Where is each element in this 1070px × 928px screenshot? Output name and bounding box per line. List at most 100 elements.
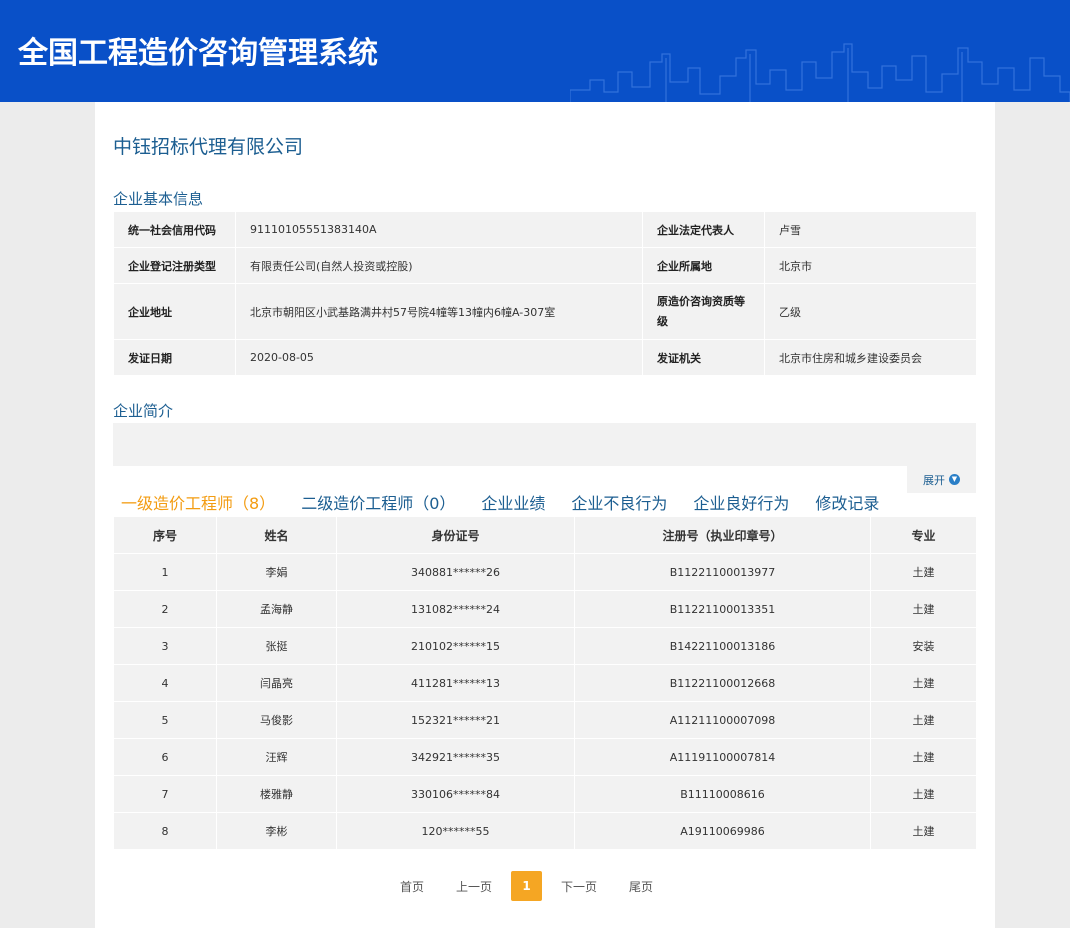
cell-id-number: 131082******24 — [336, 590, 575, 628]
tab-bar: 一级造价工程师（8） 二级造价工程师（0） 企业业绩 企业不良行为 企业良好行为… — [121, 490, 905, 514]
tab-level1-engineers[interactable]: 一级造价工程师（8） — [121, 490, 275, 514]
cell-reg-number: B11110008616 — [574, 775, 871, 813]
cell-name: 张挺 — [216, 627, 337, 665]
intro-title: 企业简介 — [113, 402, 174, 420]
cell-id-number: 120******55 — [336, 812, 575, 850]
cell-name: 孟海静 — [216, 590, 337, 628]
cell-reg-number: B11221100012668 — [574, 664, 871, 702]
info-value: 有限责任公司(自然人投资或控股) — [235, 247, 643, 284]
table-row: 6 汪辉 342921******35 A11191100007814 土建 — [113, 738, 977, 776]
chevron-down-icon: ▼ — [949, 474, 960, 485]
company-name: 中钰招标代理有限公司 — [113, 136, 304, 158]
cell-index: 1 — [113, 553, 217, 591]
info-label: 企业所属地 — [642, 247, 765, 284]
expand-button[interactable]: 展开 ▼ — [907, 466, 976, 493]
info-value: 北京市住房和城乡建设委员会 — [764, 339, 977, 376]
cell-specialty: 安装 — [870, 627, 977, 665]
cell-specialty: 土建 — [870, 701, 977, 739]
cell-reg-number: A11191100007814 — [574, 738, 871, 776]
intro-box — [113, 423, 976, 466]
cell-id-number: 210102******15 — [336, 627, 575, 665]
cell-name: 李娟 — [216, 553, 337, 591]
cell-reg-number: A11211100007098 — [574, 701, 871, 739]
column-header: 序号 — [113, 516, 217, 554]
info-label: 发证日期 — [113, 339, 236, 376]
table-row: 7 楼雅静 330106******84 B11110008616 土建 — [113, 775, 977, 813]
pager-prev[interactable]: 上一页 — [456, 878, 492, 895]
cell-specialty: 土建 — [870, 775, 977, 813]
cell-reg-number: A19110069986 — [574, 812, 871, 850]
table-row: 2 孟海静 131082******24 B11221100013351 土建 — [113, 590, 977, 628]
skyline-decoration — [570, 43, 1070, 102]
column-header: 姓名 — [216, 516, 337, 554]
table-row: 1 李娟 340881******26 B11221100013977 土建 — [113, 553, 977, 591]
cell-id-number: 330106******84 — [336, 775, 575, 813]
cell-id-number: 152321******21 — [336, 701, 575, 739]
info-label: 原造价咨询资质等级 — [642, 283, 765, 340]
basic-info-title: 企业基本信息 — [113, 190, 204, 208]
cell-name: 楼雅静 — [216, 775, 337, 813]
engineer-table: 序号 姓名 身份证号 注册号（执业印章号） 专业 1 李娟 340881****… — [113, 516, 977, 850]
system-title: 全国工程造价咨询管理系统 — [18, 36, 378, 71]
cell-id-number: 340881******26 — [336, 553, 575, 591]
column-header: 身份证号 — [336, 516, 575, 554]
info-value: 91110105551383140A — [235, 211, 643, 248]
cell-specialty: 土建 — [870, 553, 977, 591]
info-label: 统一社会信用代码 — [113, 211, 236, 248]
table-row: 8 李彬 120******55 A19110069986 土建 — [113, 812, 977, 850]
cell-index: 8 — [113, 812, 217, 850]
info-value: 北京市 — [764, 247, 977, 284]
cell-specialty: 土建 — [870, 590, 977, 628]
cell-id-number: 342921******35 — [336, 738, 575, 776]
info-label: 发证机关 — [642, 339, 765, 376]
table-row: 3 张挺 210102******15 B14221100013186 安装 — [113, 627, 977, 665]
info-value: 乙级 — [764, 283, 977, 340]
cell-name: 闫晶亮 — [216, 664, 337, 702]
pager-last[interactable]: 尾页 — [629, 878, 653, 895]
info-row: 发证日期 2020-08-05 发证机关 北京市住房和城乡建设委员会 — [113, 339, 977, 376]
tab-change-log[interactable]: 修改记录 — [815, 490, 879, 514]
cell-name: 李彬 — [216, 812, 337, 850]
cell-index: 5 — [113, 701, 217, 739]
info-label: 企业登记注册类型 — [113, 247, 236, 284]
column-header: 注册号（执业印章号） — [574, 516, 871, 554]
pager-current-page[interactable]: 1 — [511, 871, 543, 901]
info-row: 企业地址 北京市朝阳区小武基路满井村57号院4幢等13幢内6幢A-307室 原造… — [113, 283, 977, 340]
cell-name: 马俊影 — [216, 701, 337, 739]
tab-level2-engineers[interactable]: 二级造价工程师（0） — [301, 490, 455, 514]
expand-label: 展开 — [923, 473, 945, 487]
tab-performance[interactable]: 企业业绩 — [481, 490, 545, 514]
basic-info-table: 统一社会信用代码 91110105551383140A 企业法定代表人 卢雪 企… — [113, 211, 977, 376]
cell-specialty: 土建 — [870, 664, 977, 702]
cell-reg-number: B11221100013351 — [574, 590, 871, 628]
info-label: 企业地址 — [113, 283, 236, 340]
cell-name: 汪辉 — [216, 738, 337, 776]
table-row: 5 马俊影 152321******21 A11211100007098 土建 — [113, 701, 977, 739]
header-banner: 全国工程造价咨询管理系统 — [0, 0, 1070, 102]
column-header: 专业 — [870, 516, 977, 554]
cell-index: 4 — [113, 664, 217, 702]
tab-good-conduct[interactable]: 企业良好行为 — [693, 490, 789, 514]
tab-bad-conduct[interactable]: 企业不良行为 — [571, 490, 667, 514]
cell-index: 2 — [113, 590, 217, 628]
info-value: 北京市朝阳区小武基路满井村57号院4幢等13幢内6幢A-307室 — [235, 283, 643, 340]
cell-index: 6 — [113, 738, 217, 776]
table-row: 4 闫晶亮 411281******13 B11221100012668 土建 — [113, 664, 977, 702]
info-value: 卢雪 — [764, 211, 977, 248]
cell-id-number: 411281******13 — [336, 664, 575, 702]
main-content: 中钰招标代理有限公司 企业基本信息 统一社会信用代码 9111010555138… — [95, 102, 995, 928]
cell-index: 7 — [113, 775, 217, 813]
cell-specialty: 土建 — [870, 812, 977, 850]
cell-reg-number: B11221100013977 — [574, 553, 871, 591]
cell-reg-number: B14221100013186 — [574, 627, 871, 665]
info-row: 企业登记注册类型 有限责任公司(自然人投资或控股) 企业所属地 北京市 — [113, 247, 977, 284]
pagination: 首页 上一页 1 下一页 尾页 — [400, 871, 653, 901]
pager-next[interactable]: 下一页 — [561, 878, 597, 895]
pager-first[interactable]: 首页 — [400, 878, 424, 895]
info-label: 企业法定代表人 — [642, 211, 765, 248]
info-row: 统一社会信用代码 91110105551383140A 企业法定代表人 卢雪 — [113, 211, 977, 248]
info-value: 2020-08-05 — [235, 339, 643, 376]
cell-index: 3 — [113, 627, 217, 665]
table-header-row: 序号 姓名 身份证号 注册号（执业印章号） 专业 — [113, 516, 977, 554]
cell-specialty: 土建 — [870, 738, 977, 776]
